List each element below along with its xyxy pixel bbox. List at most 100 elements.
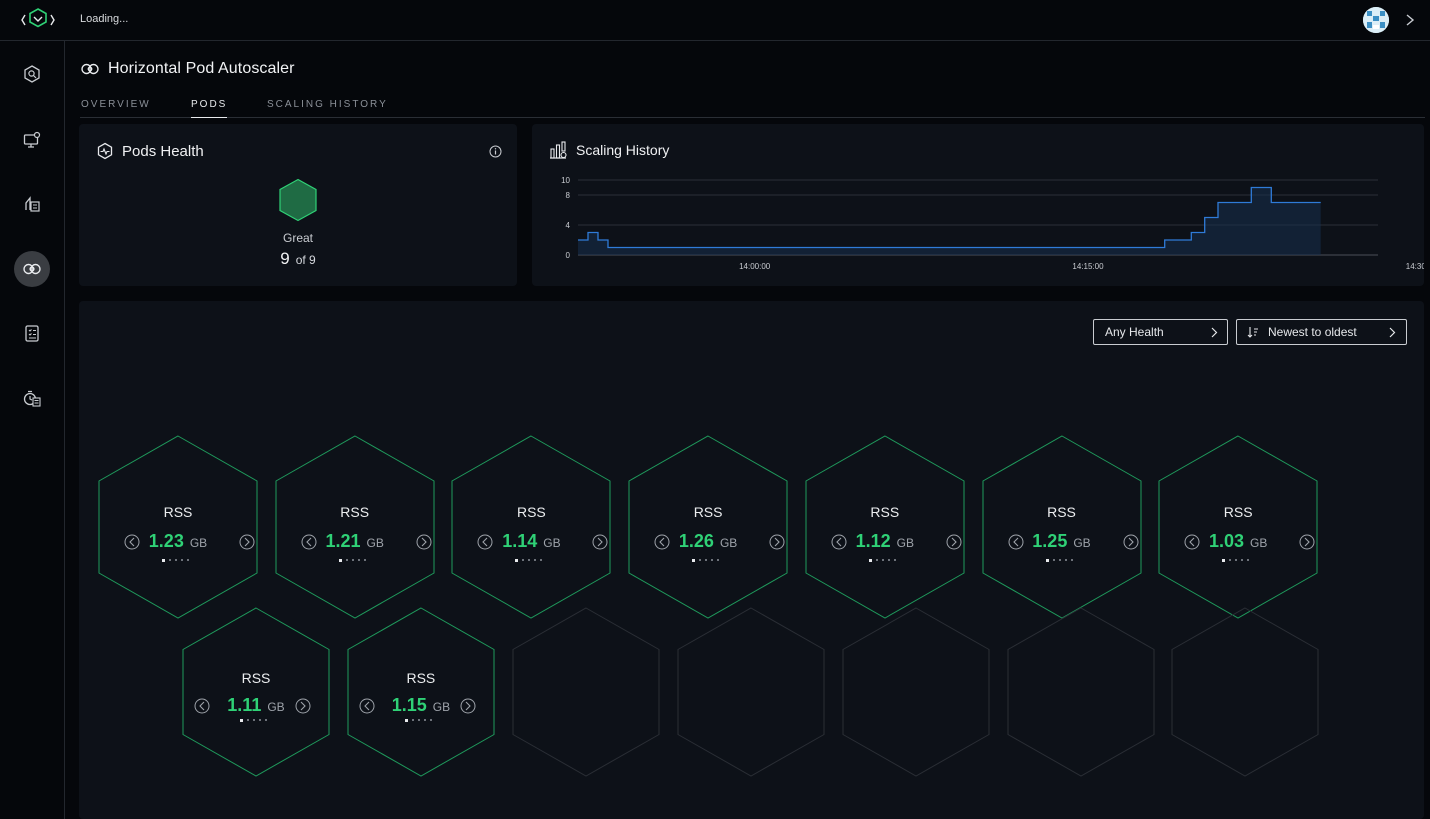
pager-dot[interactable] [187, 559, 189, 561]
pager-dot[interactable] [875, 559, 878, 561]
pager-dot[interactable] [162, 558, 165, 562]
pager-dot[interactable] [699, 559, 702, 561]
pager-dot[interactable] [1045, 558, 1049, 562]
chevron-left-circle-icon[interactable] [1008, 534, 1024, 550]
chevron-right-circle-icon[interactable] [416, 534, 432, 550]
pager-dot[interactable] [1229, 559, 1232, 561]
pager-dot[interactable] [259, 719, 261, 721]
chevron-right-circle-icon[interactable] [1299, 534, 1315, 550]
pager-dot[interactable] [363, 559, 366, 561]
pod-metric-pager[interactable] [1222, 558, 1250, 562]
chevron-left-circle-icon[interactable] [654, 534, 670, 550]
pager-dot[interactable] [247, 719, 249, 721]
chevron-left-circle-icon[interactable] [1184, 534, 1200, 550]
pager-dot[interactable] [522, 559, 525, 561]
pager-dot[interactable] [1064, 559, 1067, 561]
pod-value-unit: GB [543, 536, 561, 550]
user-avatar[interactable] [1363, 7, 1389, 33]
pager-dot[interactable] [1235, 559, 1238, 561]
pager-dot[interactable] [1070, 559, 1073, 561]
pager-dot[interactable] [868, 558, 872, 562]
pod-metric-pager[interactable] [1045, 558, 1073, 562]
pod-metric-pager[interactable] [162, 558, 189, 562]
pod-hexagon[interactable]: RSS 1.12 GB [805, 435, 965, 619]
pager-dot[interactable] [181, 559, 183, 561]
pager-dot[interactable] [345, 559, 348, 561]
chevron-left-circle-icon[interactable] [831, 534, 847, 550]
pager-dot[interactable] [692, 558, 696, 562]
pager-dot[interactable] [357, 559, 360, 561]
pager-dot[interactable] [717, 559, 720, 561]
pager-dot[interactable] [887, 559, 890, 561]
pager-dot[interactable] [534, 559, 537, 561]
pager-dot[interactable] [417, 719, 420, 721]
chevron-left-circle-icon[interactable] [194, 698, 210, 714]
chevron-left-circle-icon[interactable] [359, 698, 375, 714]
pod-metric-label: RSS [693, 504, 723, 520]
pager-dot[interactable] [423, 719, 426, 721]
sidebar-item-deployments[interactable] [14, 186, 50, 222]
pod-hexagon[interactable]: RSS 1.26 GB [628, 435, 788, 619]
sidebar-item-nodes[interactable] [14, 122, 50, 158]
pod-hexagon[interactable]: RSS 1.23 GB [98, 435, 258, 619]
pager-dot[interactable] [711, 559, 714, 561]
pager-dot[interactable] [265, 719, 267, 721]
pager-dot[interactable] [351, 559, 354, 561]
chevron-right-circle-icon[interactable] [460, 698, 476, 714]
pod-metric-pager[interactable] [692, 558, 720, 562]
pager-dot[interactable] [429, 719, 432, 721]
pager-dot[interactable] [253, 719, 255, 721]
hexagon-outline [842, 607, 990, 777]
chevron-right-circle-icon[interactable] [769, 534, 785, 550]
pager-dot[interactable] [528, 559, 531, 561]
pod-metric-pager[interactable] [404, 718, 432, 722]
pod-metric-pager[interactable] [515, 558, 543, 562]
chevron-left-circle-icon[interactable] [477, 534, 493, 550]
pager-dot[interactable] [175, 559, 177, 561]
info-icon[interactable] [489, 145, 502, 158]
sidebar-item-scheduled-jobs[interactable] [14, 380, 50, 416]
tab-pods[interactable]: PODS [191, 99, 228, 118]
pod-hexagon[interactable]: RSS 1.11 GB [182, 607, 330, 777]
pager-dot[interactable] [881, 559, 884, 561]
chevron-right-circle-icon[interactable] [592, 534, 608, 550]
pager-dot[interactable] [1058, 559, 1061, 561]
pod-metric-pager[interactable] [240, 718, 267, 722]
pager-dot[interactable] [240, 718, 243, 722]
pager-dot[interactable] [1222, 558, 1226, 562]
tab-overview[interactable]: OVERVIEW [81, 99, 151, 118]
pager-dot[interactable] [1241, 559, 1244, 561]
pager-dot[interactable] [169, 559, 171, 561]
chevron-left-circle-icon[interactable] [124, 534, 140, 550]
pager-dot[interactable] [515, 558, 519, 562]
pager-dot[interactable] [893, 559, 896, 561]
chevron-right-circle-icon[interactable] [239, 534, 255, 550]
sort-button[interactable]: Newest to oldest [1236, 319, 1407, 345]
sidebar-item-checklist[interactable] [14, 315, 50, 351]
tab-scaling-history[interactable]: SCALING HISTORY [267, 99, 388, 118]
chevron-right-icon[interactable] [1403, 12, 1417, 28]
pod-hexagon[interactable]: RSS 1.15 GB [347, 607, 495, 777]
sidebar-item-cluster-overview[interactable] [14, 56, 50, 92]
pager-dot[interactable] [705, 559, 708, 561]
pager-dot[interactable] [338, 558, 342, 562]
pager-dot[interactable] [1247, 559, 1250, 561]
pod-metric-pager[interactable] [338, 558, 366, 562]
app-logo-icon[interactable] [20, 7, 56, 33]
pod-value-number: 1.11 [227, 695, 262, 715]
health-filter-button[interactable]: Any Health [1093, 319, 1228, 345]
chevron-right-circle-icon[interactable] [1123, 534, 1139, 550]
sidebar-item-autoscalers[interactable] [14, 251, 50, 287]
pod-hexagon[interactable]: RSS 1.25 GB [982, 435, 1142, 619]
chevron-right-circle-icon[interactable] [295, 698, 311, 714]
pager-dot[interactable] [1052, 559, 1055, 561]
chevron-left-circle-icon[interactable] [301, 534, 317, 550]
pager-dot[interactable] [411, 719, 414, 721]
chevron-right-circle-icon[interactable] [946, 534, 962, 550]
pod-hexagon[interactable]: RSS 1.21 GB [275, 435, 435, 619]
pod-hexagon[interactable]: RSS 1.14 GB [451, 435, 611, 619]
pod-metric-pager[interactable] [868, 558, 896, 562]
pager-dot[interactable] [404, 718, 408, 722]
pager-dot[interactable] [540, 559, 543, 561]
pod-hexagon[interactable]: RSS 1.03 GB [1158, 435, 1318, 619]
